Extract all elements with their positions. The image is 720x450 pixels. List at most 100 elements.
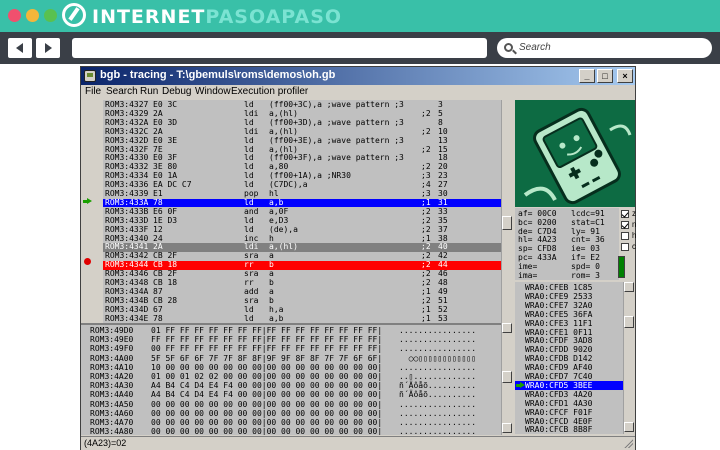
site-logo[interactable]: INTERNETPASOAPASO <box>92 6 342 28</box>
address-bar[interactable] <box>72 38 487 58</box>
forward-button[interactable] <box>36 38 60 58</box>
memory-ascii: ñ´Äôåõ.......... <box>399 390 477 400</box>
stack-scroll-up[interactable] <box>624 282 634 292</box>
disassembly-row[interactable]: ROM3:4340 24 inc h ;1 38 <box>103 234 510 244</box>
disassembly-row[interactable]: ROM3:4336 EA DC C7 ld (C7DC),a ;4 27 <box>103 180 510 190</box>
stack-scroll-down[interactable] <box>624 422 634 432</box>
minimize-window-dot-icon[interactable] <box>26 9 39 22</box>
memory-ascii: ................ <box>399 335 477 345</box>
memory-row[interactable]: ROM3:4A20 01 00 01 02 02 00 00 00|00 00 0… <box>81 372 510 381</box>
disassembly-row[interactable]: ROM3:432D E0 3E ld (ff00+3E),a ;wave patter… <box>103 135 510 146</box>
disassembly-row[interactable]: ROM3:434D 67 ld h,a ;1 52 <box>103 304 510 315</box>
register-row[interactable]: de= C7D4 ly= 91 <box>518 227 600 236</box>
flag-label: h <box>632 231 637 240</box>
register-row[interactable]: hl= 4A23 cnt= 36 <box>518 235 605 245</box>
register-row[interactable]: sp= CFD8 ie= 03 <box>518 244 600 253</box>
search-placeholder: Search <box>519 42 551 53</box>
cpu-register-value: hl= 4A23 <box>518 235 557 245</box>
search-input[interactable]: Search <box>497 38 712 58</box>
register-panel[interactable]: af= 00C0 lcdc=91 bc= 0200 stat=C1 de= C7D4 ly… <box>515 208 619 280</box>
register-row[interactable]: ima= rom= 3 <box>518 271 600 280</box>
close-button[interactable]: × <box>617 69 633 83</box>
memory-row[interactable]: ROM3:4A00 5F 5F 6F 6F 7F 7F 8F 8F|9F 9F 8… <box>81 354 510 363</box>
menu-execution-profiler[interactable]: Execution profiler <box>231 86 308 97</box>
disassembly-row[interactable]: ROM3:432C 2A ldi a,(hl) ;2 10 <box>103 126 510 137</box>
disassembly-row[interactable]: ROM3:433F 12 ld (de),a ;2 37 <box>103 224 510 235</box>
memory-row[interactable]: ROM3:4A70 00 00 00 00 00 00 00 00|00 00 0… <box>81 418 510 427</box>
instruction-operands: e,D3 <box>269 215 289 225</box>
memory-address: ROM3:49D0 <box>90 326 134 335</box>
menu-debug[interactable]: Debug <box>162 86 191 97</box>
checkbox-icon <box>621 243 629 251</box>
bgb-debugger-window: bgb - tracing - T:\gbemuls\roms\demos\oh… <box>80 66 636 450</box>
memory-row[interactable]: ROM3:4A80 00 00 00 00 00 00 00 00|00 00 0… <box>81 427 510 435</box>
memory-hex-bytes: 01 00 01 02 02 00 00 00|00 00 00 00 00 0… <box>151 372 383 381</box>
breakpoint-icon[interactable] <box>84 258 91 265</box>
disassembly-row[interactable]: ROM3:432A E0 3D ld (ff00+3D),a ;wave patter… <box>103 118 510 128</box>
close-window-dot-icon[interactable] <box>8 9 21 22</box>
instruction-address: ROM3:433D <box>105 215 149 225</box>
stack-row[interactable]: WRA0:CFCB 8B8F <box>515 425 623 434</box>
flag-c-checkbox[interactable]: c <box>621 242 636 253</box>
disassembly-scroll-thumb[interactable] <box>502 216 512 230</box>
memory-row[interactable]: ROM3:4A60 00 00 00 00 00 00 00 00|00 00 0… <box>81 409 510 418</box>
register-row[interactable]: af= 00C0 lcdc=91 <box>518 209 605 218</box>
cpu-register-value: af= 00C0 <box>518 209 557 218</box>
memory-row[interactable]: ROM3:49F0 00 FF FF FF FF FF FF FF|FF FF F… <box>81 344 510 353</box>
disassembly-row[interactable]: ROM3:433D 1E D3 ld e,D3 ;2 35 <box>103 215 510 226</box>
instruction-address: ROM3:434E <box>105 313 149 323</box>
flag-n-checkbox[interactable]: n <box>621 220 636 231</box>
instruction-bytes: 12 <box>153 224 163 234</box>
instruction-mnemonic: ld <box>244 313 254 323</box>
instruction-bytes: E0 3E <box>153 135 178 145</box>
disassembly-row[interactable]: ROM3:4327 E0 3C ld (ff00+3C),a ;wave patter… <box>103 100 510 110</box>
register-row[interactable]: bc= 0200 stat=C1 <box>518 218 605 227</box>
memory-scroll-up[interactable] <box>502 323 512 333</box>
menu-run[interactable]: Run <box>140 86 158 97</box>
memory-row[interactable]: ROM3:49E0 FF FF FF FF FF FF FF FF|FF FF F… <box>81 335 510 344</box>
instruction-cycles: ;1 <box>421 304 431 314</box>
menu-file[interactable]: File <box>85 86 101 97</box>
cycle-total: 35 <box>438 215 448 225</box>
stack-scroll-thumb[interactable] <box>624 316 634 328</box>
flag-h-checkbox[interactable]: h <box>621 231 637 242</box>
memory-scrollbar[interactable] <box>501 323 512 435</box>
flag-z-checkbox[interactable]: z <box>621 209 636 220</box>
disassembly-row[interactable]: ROM3:4339 E1 pop hl ;3 30 <box>103 189 510 199</box>
speed-meter <box>618 256 625 278</box>
register-row[interactable]: ime= spd= 0 <box>518 262 600 271</box>
back-button[interactable] <box>8 38 32 58</box>
io-register-value: spd= 0 <box>571 261 600 271</box>
instruction-cycles: ;2 <box>421 126 431 136</box>
memory-address: ROM3:4A40 <box>90 390 134 400</box>
window-titlebar[interactable]: bgb - tracing - T:\gbemuls\roms\demos\oh… <box>81 67 635 85</box>
stack-pointer-arrow-icon <box>516 381 525 389</box>
memory-address: ROM3:4A10 <box>90 362 134 372</box>
memory-row[interactable]: ROM3:49D0 01 FF FF FF FF FF FF FF|FF FF F… <box>81 326 510 335</box>
memory-ascii: ..▯............. <box>399 372 477 381</box>
memory-scroll-down[interactable] <box>502 423 512 433</box>
memory-dump-view[interactable]: ROM3:49D0 01 FF FF FF FF FF FF FF|FF FF F… <box>81 323 510 435</box>
stack-entry: WRA0:CFCB 8B8F <box>525 425 593 434</box>
menu-search[interactable]: Search <box>106 86 138 97</box>
menu-window[interactable]: Window <box>195 86 231 97</box>
io-register-value: lcdc=91 <box>571 209 605 218</box>
stack-view[interactable]: WRA0:CFEB 1C85 WRA0:CFE9 2533 WRA0:CFE7 32… <box>515 282 623 434</box>
resize-grip-icon[interactable] <box>624 439 633 448</box>
instruction-address: ROM3:433F <box>105 224 149 234</box>
register-row[interactable]: pc= 433A if= E2 <box>518 253 600 262</box>
stack-scrollbar[interactable] <box>623 282 634 434</box>
disassembly-row[interactable]: ROM3:434E 78 ld a,b ;1 53 <box>103 313 510 324</box>
logo-accent: PASOAPASO <box>205 6 343 28</box>
memory-scroll-thumb[interactable] <box>502 371 512 383</box>
disassembly-row[interactable]: ROM3:4348 CB 18 rr b ;2 48 <box>103 278 510 288</box>
maximize-window-dot-icon[interactable] <box>44 9 57 22</box>
disassembly-row[interactable]: ROM3:434B CB 28 sra b ;2 51 <box>103 296 510 306</box>
minimize-button[interactable]: _ <box>579 69 595 83</box>
memory-row[interactable]: ROM3:4A40 A4 B4 C4 D4 E4 F4 00 00|00 00 0… <box>81 390 510 399</box>
maximize-button[interactable]: □ <box>597 69 613 83</box>
memory-row[interactable]: ROM3:4A10 10 00 00 00 00 00 00 00|00 00 0… <box>81 363 510 372</box>
instruction-mnemonic: ldi <box>244 126 259 136</box>
memory-row[interactable]: ROM3:4A50 00 00 00 00 00 00 00 00|00 00 0… <box>81 400 510 409</box>
instruction-operands: a,b <box>269 313 284 323</box>
